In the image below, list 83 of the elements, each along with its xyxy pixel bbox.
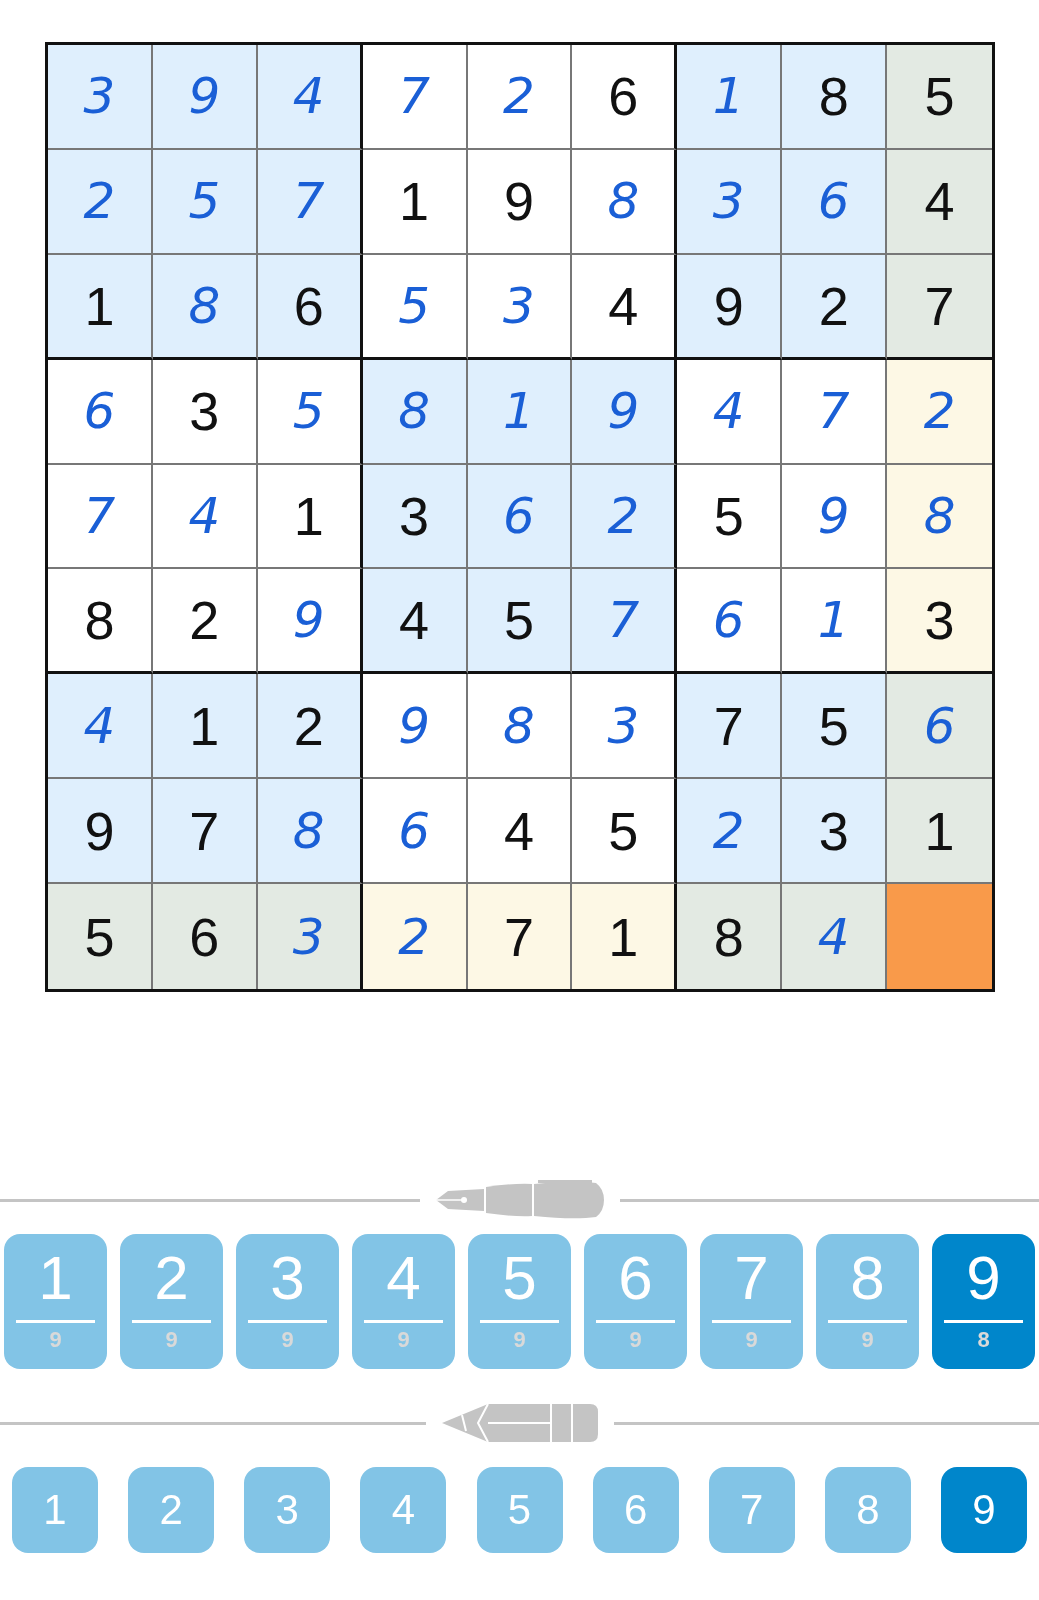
- board-cell[interactable]: 9: [152, 45, 258, 150]
- board-cell[interactable]: 3: [48, 45, 153, 150]
- board-cell[interactable]: 9: [572, 359, 678, 465]
- board-cell[interactable]: 7: [257, 149, 363, 255]
- board-cell[interactable]: 1: [887, 779, 992, 885]
- board-cell[interactable]: 6: [467, 464, 573, 570]
- board-cell[interactable]: 6: [572, 45, 678, 150]
- board-cell[interactable]: 5: [467, 569, 573, 675]
- board-cell[interactable]: 4: [152, 464, 258, 570]
- board-cell[interactable]: 1: [362, 149, 468, 255]
- pencil-digit-key[interactable]: 9: [941, 1467, 1027, 1553]
- board-cell[interactable]: 6: [257, 254, 363, 360]
- board-cell[interactable]: 2: [677, 779, 783, 885]
- board-cell[interactable]: 2: [152, 569, 258, 675]
- board-cell[interactable]: 4: [48, 674, 153, 780]
- board-cell[interactable]: 7: [782, 359, 888, 465]
- board-cell[interactable]: 9: [782, 464, 888, 570]
- board-cell[interactable]: 2: [467, 45, 573, 150]
- board-cell[interactable]: 8: [887, 464, 992, 570]
- board-cell[interactable]: 7: [677, 674, 783, 780]
- board-cell[interactable]: 4: [362, 569, 468, 675]
- board-cell[interactable]: 4: [467, 779, 573, 885]
- board-cell[interactable]: 2: [257, 674, 363, 780]
- board-cell[interactable]: 5: [362, 254, 468, 360]
- board-cell[interactable]: 8: [572, 149, 678, 255]
- board-cell[interactable]: 4: [572, 254, 678, 360]
- board-cell[interactable]: 3: [887, 569, 992, 675]
- board-cell[interactable]: 3: [257, 884, 363, 989]
- board-cell[interactable]: 9: [467, 149, 573, 255]
- board-cell[interactable]: 5: [257, 359, 363, 465]
- board-cell[interactable]: 5: [677, 464, 783, 570]
- board-cell[interactable]: 1: [572, 884, 678, 989]
- board-cell[interactable]: 3: [152, 359, 258, 465]
- board-cell[interactable]: 6: [887, 674, 992, 780]
- board-cell[interactable]: 5: [152, 149, 258, 255]
- board-cell[interactable]: 7: [887, 254, 992, 360]
- board-cell[interactable]: 1: [677, 45, 783, 150]
- board-cell[interactable]: 2: [48, 149, 153, 255]
- board-cell[interactable]: 8: [152, 254, 258, 360]
- board-cell[interactable]: 9: [48, 779, 153, 885]
- board-cell[interactable]: 6: [48, 359, 153, 465]
- board-cell[interactable]: 5: [48, 884, 153, 989]
- board-cell[interactable]: 2: [572, 464, 678, 570]
- board-cell[interactable]: 5: [572, 779, 678, 885]
- board-cell[interactable]: 1: [782, 569, 888, 675]
- board-cell[interactable]: 8: [48, 569, 153, 675]
- board-cell[interactable]: 1: [152, 674, 258, 780]
- board-cell[interactable]: 9: [257, 569, 363, 675]
- board-cell[interactable]: 4: [257, 45, 363, 150]
- board-cell[interactable]: 1: [467, 359, 573, 465]
- board-cell[interactable]: 6: [782, 149, 888, 255]
- board-cell[interactable]: 5: [887, 45, 992, 150]
- board-cell[interactable]: 7: [467, 884, 573, 989]
- board-cell[interactable]: 3: [677, 149, 783, 255]
- board-cell[interactable]: 9: [362, 674, 468, 780]
- board-cell[interactable]: 3: [362, 464, 468, 570]
- board-cell[interactable]: 4: [887, 149, 992, 255]
- board-cell[interactable]: 3: [572, 674, 678, 780]
- board-cell[interactable]: 7: [152, 779, 258, 885]
- board-cell[interactable]: 8: [362, 359, 468, 465]
- board-cell[interactable]: 8: [782, 45, 888, 150]
- board-cell[interactable]: 7: [48, 464, 153, 570]
- board-cell[interactable]: 3: [782, 779, 888, 885]
- board-cell[interactable]: 1: [257, 464, 363, 570]
- board-cell[interactable]: 8: [467, 674, 573, 780]
- board-cell[interactable]: [887, 884, 992, 989]
- board-cell[interactable]: 3: [467, 254, 573, 360]
- board-cell[interactable]: 4: [677, 359, 783, 465]
- board-cell[interactable]: 6: [152, 884, 258, 989]
- board-cell[interactable]: 2: [782, 254, 888, 360]
- board-cell[interactable]: 1: [48, 254, 153, 360]
- board-cell[interactable]: 9: [677, 254, 783, 360]
- board-cell[interactable]: 7: [362, 45, 468, 150]
- digit-key[interactable]: 9 8: [932, 1234, 1035, 1369]
- board-cell[interactable]: 8: [677, 884, 783, 989]
- board-cell[interactable]: 2: [887, 359, 992, 465]
- board-cell[interactable]: 8: [257, 779, 363, 885]
- board-cell[interactable]: 2: [362, 884, 468, 989]
- board-cell[interactable]: 6: [362, 779, 468, 885]
- board-cell[interactable]: 5: [782, 674, 888, 780]
- board-cell[interactable]: 7: [572, 569, 678, 675]
- board-cell[interactable]: 4: [782, 884, 888, 989]
- board-cell[interactable]: 6: [677, 569, 783, 675]
